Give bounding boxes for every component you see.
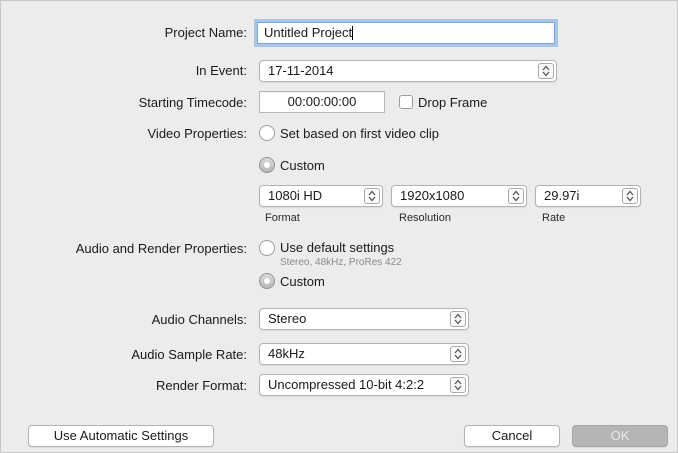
video-properties-label: Video Properties: <box>147 126 248 141</box>
format-value: 1080i HD <box>268 188 323 203</box>
rate-caption: Rate <box>542 212 566 224</box>
audio-sample-rate-value: 48kHz <box>268 346 305 361</box>
resolution-caption: Resolution <box>399 212 451 224</box>
audio-custom-label: Custom <box>280 274 325 289</box>
audio-channels-label: Audio Channels: <box>151 312 247 327</box>
updown-arrows-icon <box>450 346 466 362</box>
in-event-label: In Event: <box>195 63 247 78</box>
in-event-popup[interactable]: 17-11-2014 <box>259 60 557 82</box>
default-settings-detail: Stereo, 48kHz, ProRes 422 <box>280 257 402 268</box>
render-format-popup[interactable]: Uncompressed 10-bit 4:2:2 <box>259 374 469 396</box>
project-name-label: Project Name: <box>164 25 247 40</box>
text-cursor <box>352 26 354 40</box>
resolution-value: 1920x1080 <box>400 188 465 203</box>
first-video-clip-label: Set based on first video clip <box>280 126 439 141</box>
audio-sample-rate-label: Audio Sample Rate: <box>131 347 247 362</box>
format-popup[interactable]: 1080i HD <box>259 185 383 207</box>
drop-frame-label: Drop Frame <box>418 95 488 110</box>
drop-frame-checkbox[interactable] <box>399 95 413 109</box>
ok-button[interactable]: OK <box>572 425 668 447</box>
rate-value: 29.97i <box>544 188 580 203</box>
audio-channels-value: Stereo <box>268 311 307 326</box>
audio-render-label: Audio and Render Properties: <box>75 241 247 256</box>
radio-audio-custom[interactable] <box>259 273 275 289</box>
audio-sample-rate-popup[interactable]: 48kHz <box>259 343 469 365</box>
render-format-value: Uncompressed 10-bit 4:2:2 <box>268 377 425 392</box>
updown-arrows-icon <box>508 188 524 204</box>
in-event-value: 17-11-2014 <box>268 63 334 78</box>
resolution-popup[interactable]: 1920x1080 <box>391 185 527 207</box>
cancel-button[interactable]: Cancel <box>464 425 560 447</box>
rate-popup[interactable]: 29.97i <box>535 185 641 207</box>
updown-arrows-icon <box>450 377 466 393</box>
updown-arrows-icon <box>450 311 466 327</box>
updown-arrows-icon <box>622 188 638 204</box>
project-name-value: Untitled Project <box>264 25 353 40</box>
video-custom-label: Custom <box>280 158 325 173</box>
updown-arrows-icon <box>364 188 380 204</box>
starting-timecode-label: Starting Timecode: <box>138 95 247 110</box>
radio-video-custom[interactable] <box>259 157 275 173</box>
audio-channels-popup[interactable]: Stereo <box>259 308 469 330</box>
new-project-dialog: Project Name: Untitled Project In Event:… <box>0 0 678 453</box>
render-format-label: Render Format: <box>155 378 247 393</box>
starting-timecode-field[interactable]: 00:00:00:00 <box>259 91 385 113</box>
radio-first-video-clip[interactable] <box>259 125 275 141</box>
format-caption: Format <box>265 212 300 224</box>
use-automatic-settings-button[interactable]: Use Automatic Settings <box>28 425 214 447</box>
project-name-field[interactable]: Untitled Project <box>257 22 555 44</box>
radio-default-settings[interactable] <box>259 240 275 256</box>
updown-arrows-icon <box>538 63 554 79</box>
default-settings-label: Use default settings <box>280 240 395 255</box>
